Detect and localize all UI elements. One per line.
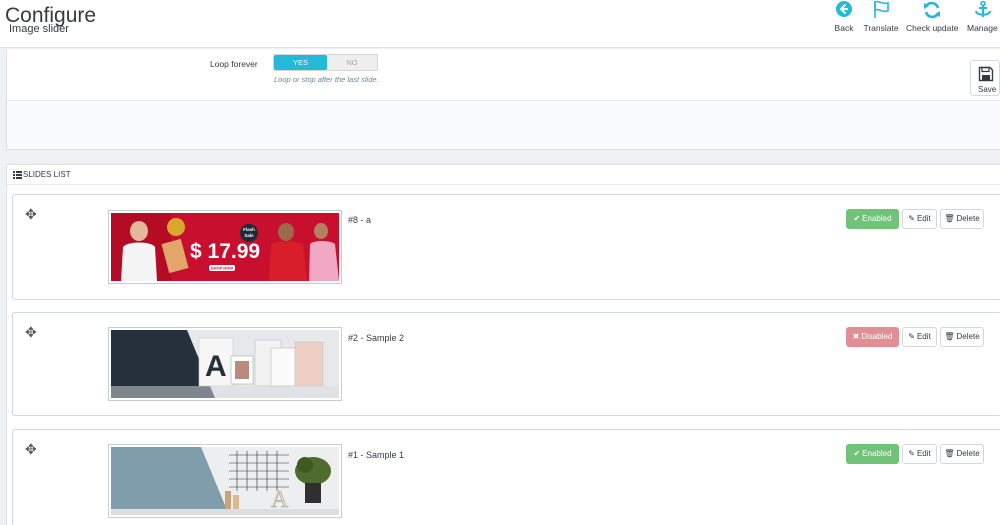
manage-hooks-button[interactable]: Manage h [966,0,1000,48]
drag-handle-icon[interactable]: ✥ [25,325,37,339]
loop-forever-no[interactable]: NO [327,55,377,70]
loop-forever-label: Loop forever [210,59,258,69]
check-update-button[interactable]: Check update [906,0,958,48]
page-subtitle: Image slider [9,23,69,35]
check-icon: ✔ [853,449,861,458]
save-button[interactable]: Save [970,60,1000,96]
edit-label: Edit [916,332,931,341]
delete-label: Delete [956,449,980,458]
slide-status-toggle[interactable]: ✖ Disabled [846,327,899,347]
slide-row: ✥ A #2 - Sample 2 ✖ Disabled ✎ Edit 🗑 Delet… [12,312,1000,416]
trash-icon: 🗑 [944,214,955,223]
drag-handle-icon[interactable]: ✥ [25,207,37,221]
slide-title: #1 - Sample 1 [348,450,405,460]
slide-row: ✥ A #1 - Sample 1 ✔ Enabled ✎ Edit 🗑 Del… [12,429,1000,525]
delete-label: Delete [956,214,980,223]
svg-text:Flash: Flash [243,227,255,232]
x-icon: ✖ [852,332,860,341]
svg-text:$ 17.99: $ 17.99 [190,240,260,263]
check-update-label: Check update [906,23,959,33]
flag-icon [874,0,889,18]
slide-image: A [111,447,339,515]
slide-title: #2 - Sample 2 [348,333,405,343]
svg-text:SHOP NOW: SHOP NOW [211,266,233,271]
edit-icon: ✎ [908,214,915,223]
back-arrow-icon [836,1,852,17]
trash-icon: 🗑 [944,332,955,341]
settings-form: Loop forever YES NO Loop or stop after t… [6,49,1000,150]
anchor-icon [975,0,991,17]
edit-slide-button[interactable]: ✎ Edit [902,209,937,229]
slides-list-heading: SLIDES LIST [7,165,1000,185]
slide-status-label: Enabled [862,449,892,458]
form-footer [7,101,1000,149]
loop-forever-switch[interactable]: YES NO [273,54,378,71]
svg-text:A: A [205,350,227,383]
slide-image: A [111,330,339,398]
save-label: Save [978,85,997,94]
svg-text:Sale: Sale [244,233,254,238]
back-button[interactable]: Back [826,0,862,48]
refresh-icon [924,1,940,19]
slide-thumbnail: $ 17.99 Flash Sale SHOP NOW [108,210,342,284]
edit-slide-button[interactable]: ✎ Edit [902,327,937,347]
edit-label: Edit [916,449,931,458]
trash-icon: 🗑 [944,449,955,458]
slide-title: #8 - a [348,215,372,225]
page-header: Configure Image slider Back Translate Ch… [0,0,1000,48]
translate-button[interactable]: Translate [862,0,900,48]
loop-forever-yes[interactable]: YES [274,55,327,70]
delete-label: Delete [956,332,980,341]
loop-forever-row: Loop forever YES NO Loop or stop after t… [7,49,1000,101]
translate-label: Translate [863,23,899,33]
floppy-disk-icon [978,66,994,82]
slide-thumbnail: A [108,444,342,518]
edit-icon: ✎ [908,332,915,341]
slide-image: $ 17.99 Flash Sale SHOP NOW [111,213,339,281]
drag-handle-icon[interactable]: ✥ [25,442,37,456]
check-icon: ✔ [853,214,861,223]
edit-icon: ✎ [908,449,915,458]
delete-slide-button[interactable]: 🗑 Delete [940,444,984,464]
slide-status-label: Enabled [862,214,892,223]
slides-list-title: SLIDES LIST [23,170,71,179]
slide-row: ✥ $ 17.99 Flash Sale SHOP NOW #8 - a ✔ En… [12,194,1000,300]
slide-status-toggle[interactable]: ✔ Enabled [846,444,899,464]
slide-status-label: Disabled [861,332,893,341]
edit-label: Edit [916,214,931,223]
delete-slide-button[interactable]: 🗑 Delete [940,327,984,347]
slide-status-toggle[interactable]: ✔ Enabled [846,209,899,229]
manage-hooks-label: Manage h [967,23,1000,33]
back-label: Back [834,23,854,33]
edit-slide-button[interactable]: ✎ Edit [902,444,937,464]
delete-slide-button[interactable]: 🗑 Delete [940,209,984,229]
loop-forever-help: Loop or stop after the last slide. [274,75,379,84]
list-icon [13,171,22,179]
slide-thumbnail: A [108,327,342,401]
